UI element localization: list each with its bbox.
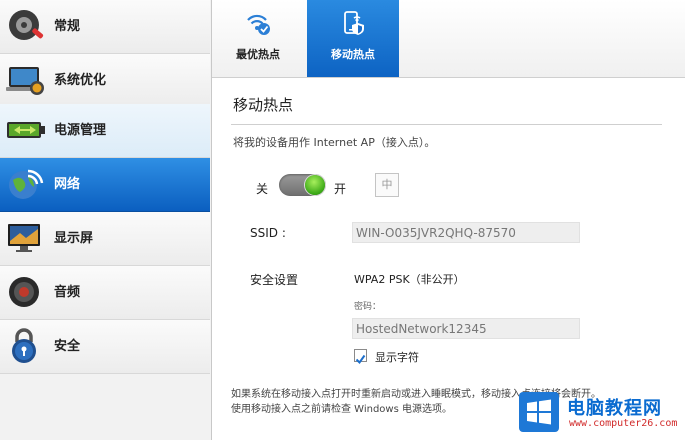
hotspot-toggle[interactable] (279, 174, 326, 196)
sidebar-item-label: 常规 (54, 19, 81, 34)
globe-wifi-icon (9, 169, 44, 199)
checkmark-icon (355, 354, 366, 365)
watermark-url: www.computer26.com (569, 418, 678, 429)
description-text: 将我的设备用作 Internet AP（接入点）。 (233, 136, 436, 149)
sidebar-item-system-optimization[interactable]: 系统优化 (0, 54, 210, 108)
sidebar-item-label: 音频 (54, 285, 81, 300)
sidebar-item-display[interactable]: 显示屏 (0, 212, 210, 266)
ssid-field[interactable]: WIN-O035JVR2QHQ-87570 (352, 222, 580, 243)
wifi-check-icon (247, 14, 270, 35)
settings-sidebar: 常规 系统优化 电源管理 网络 显示屏 音频 安全 (0, 0, 212, 440)
watermark-title: 电脑教程网 (567, 398, 662, 419)
gear-icon (9, 10, 44, 40)
show-characters-checkbox[interactable] (354, 349, 367, 365)
sidebar-item-label: 系统优化 (54, 73, 107, 88)
sidebar-item-power[interactable]: 电源管理 (0, 104, 210, 158)
laptop-gauge-icon (6, 67, 44, 95)
divider (231, 124, 662, 125)
tab-best-hotspot[interactable]: 最优热点 (212, 0, 304, 77)
sidebar-item-label: 安全 (54, 339, 81, 354)
sidebar-item-general[interactable]: 常规 (0, 0, 210, 54)
battery-icon (7, 122, 45, 138)
speaker-icon (9, 277, 39, 307)
tab-bar: 最优热点 移动热点 (212, 0, 685, 78)
sidebar-item-label: 网络 (54, 177, 81, 192)
windows-logo-icon (519, 392, 559, 432)
sidebar-item-label: 电源管理 (54, 123, 107, 138)
padlock-icon (12, 328, 36, 363)
tab-label: 最优热点 (236, 48, 280, 61)
password-label: 密码： (354, 302, 382, 312)
phone-hotspot-icon (344, 11, 364, 35)
page-title: 移动热点 (233, 96, 294, 114)
warning-note-line2: 使用移动接入点之前请检查 Windows 电源选项。 (231, 404, 452, 415)
monitor-icon (8, 224, 40, 252)
password-field[interactable]: HostedNetwork12345 (352, 318, 580, 339)
tab-mobile-hotspot[interactable]: 移动热点 (307, 0, 399, 77)
ime-indicator: 中 (375, 173, 399, 197)
security-label: 安全设置 (250, 273, 299, 287)
toggle-knob (305, 175, 325, 195)
show-characters-label: 显示字符 (375, 351, 419, 364)
security-value: WPA2 PSK（非公开） (354, 273, 465, 286)
sidebar-item-security[interactable]: 安全 (0, 320, 210, 374)
toggle-off-label: 关 (256, 182, 269, 196)
ssid-label: SSID : (250, 226, 286, 240)
sidebar-item-audio[interactable]: 音频 (0, 266, 210, 320)
tab-label: 移动热点 (331, 48, 375, 61)
sidebar-item-label: 显示屏 (54, 231, 94, 246)
sidebar-item-network[interactable]: 网络 (0, 158, 210, 212)
site-watermark: 电脑教程网 www.computer26.com (515, 390, 685, 440)
mobile-hotspot-panel: 移动热点 将我的设备用作 Internet AP（接入点）。 关 开 中 SSI… (212, 78, 685, 440)
toggle-on-label: 开 (334, 182, 347, 196)
